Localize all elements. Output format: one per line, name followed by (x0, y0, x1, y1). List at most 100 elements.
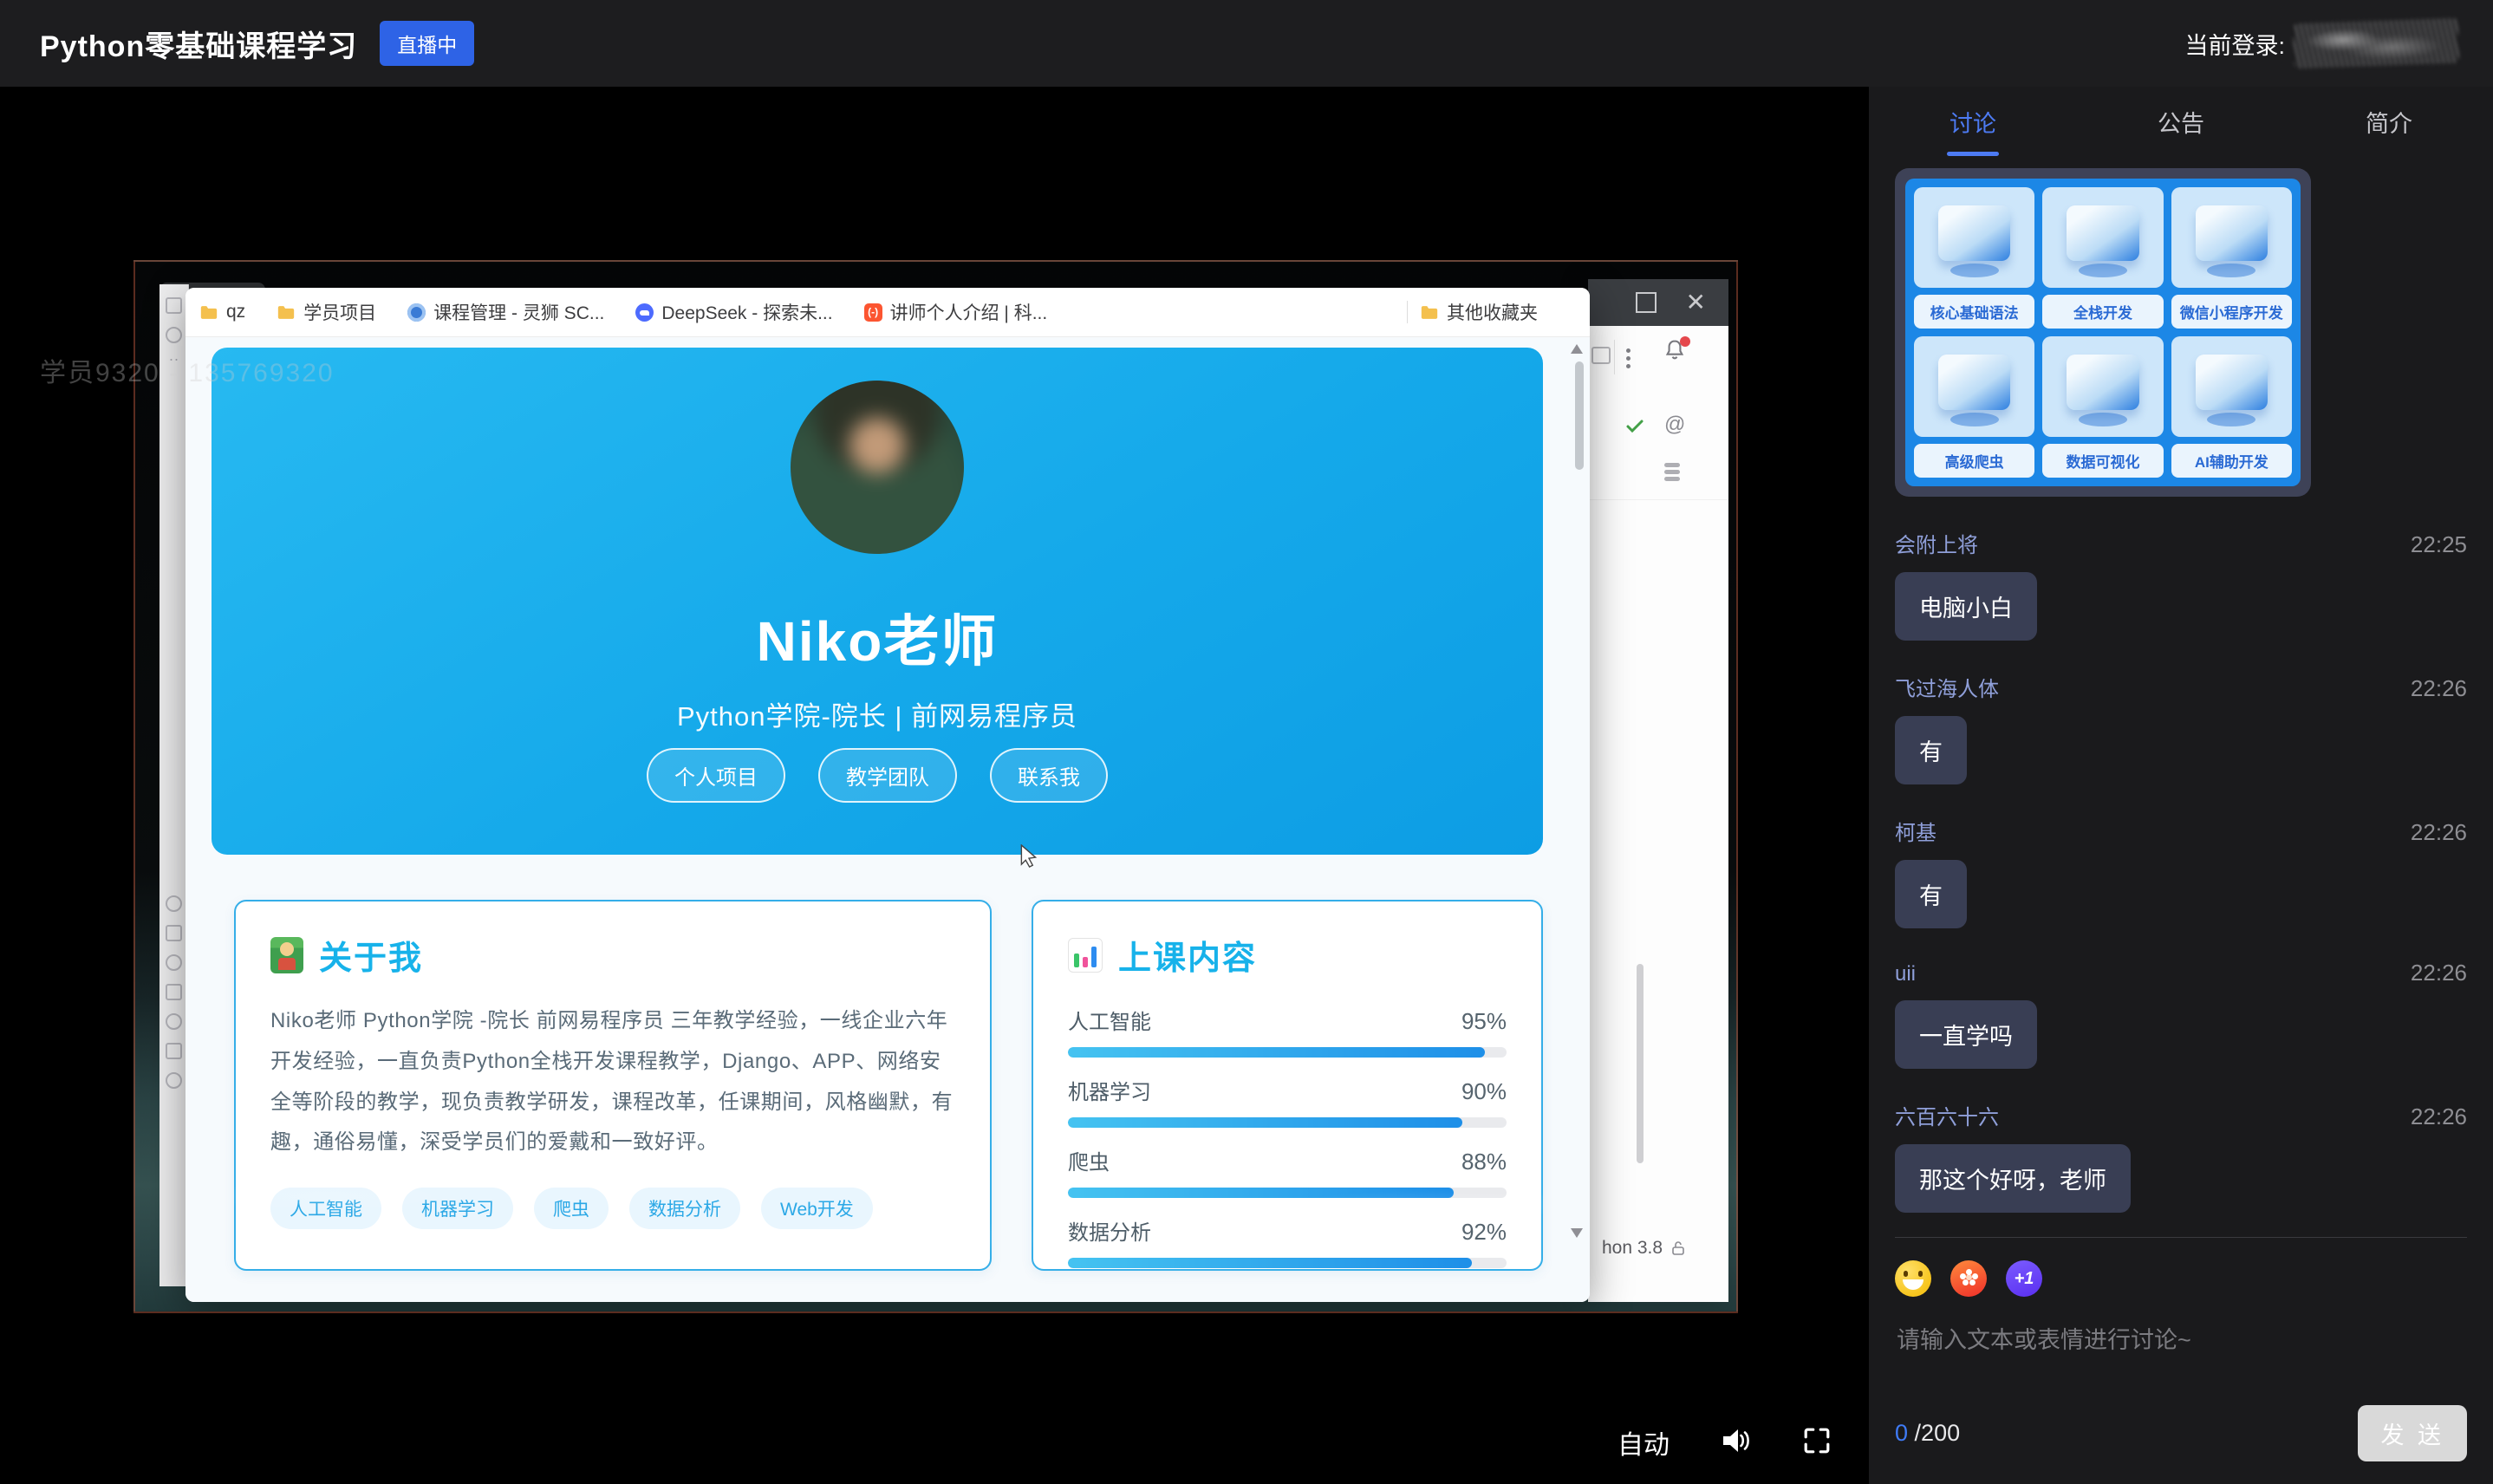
progress-value: 88% (1461, 1149, 1507, 1175)
scroll-down-arrow[interactable] (1571, 1228, 1583, 1238)
content-title: 上课内容 (1118, 931, 1257, 979)
course-track-cell: 高级爬虫 (1914, 336, 2034, 478)
course-track-illustration (2171, 187, 2292, 288)
login-label: 当前登录: (2184, 27, 2285, 61)
chat-message: 飞过海人体 22:26 有 (1895, 672, 2467, 784)
notification-dot (1680, 336, 1690, 347)
skill-tag: 人工智能 (270, 1188, 381, 1229)
bookmark-item[interactable]: (-) 讲师个人介绍 | 科... (864, 299, 1048, 325)
send-button[interactable]: 发 送 (2358, 1405, 2467, 1461)
mouse-cursor (1018, 844, 1040, 873)
other-bookmarks[interactable]: 其他收藏夹 (1420, 299, 1538, 325)
ide-left-toolbar: ·· (159, 284, 189, 1286)
video-player[interactable]: ·· ✕ (0, 87, 1869, 1484)
quality-selector[interactable]: 自动 (1618, 1423, 1670, 1461)
teacher-name: Niko老师 (212, 597, 1543, 677)
webpage: Niko老师 Python学院-院长 | 前网易程序员 个人项目 教学团队 联系… (186, 337, 1590, 1302)
progress-value: 90% (1461, 1078, 1507, 1105)
contact-me-button[interactable]: 联系我 (990, 748, 1108, 803)
course-track-cell: 核心基础语法 (1914, 187, 2034, 329)
progress-bar (1068, 1117, 1507, 1128)
course-track-illustration (2042, 336, 2163, 437)
chat-bubble: 有 (1895, 860, 1967, 928)
progress-value: 92% (1461, 1219, 1507, 1246)
plus-one-icon[interactable]: +1 (2006, 1260, 2042, 1297)
chat-message: 六百六十六 22:26 那这个好呀，老师 (1895, 1100, 2467, 1213)
progress-label: 人工智能 (1068, 1005, 1151, 1035)
tab-discussion[interactable]: 讨论 (1869, 87, 2077, 156)
course-track-cell: 全栈开发 (2042, 187, 2163, 329)
folder-icon (1420, 304, 1439, 321)
scrollbar-thumb[interactable] (1575, 361, 1584, 470)
course-track-illustration (2042, 187, 2163, 288)
char-counter: 0 /200 (1895, 1420, 1960, 1447)
sidebar-tabs: 讨论 公告 简介 (1869, 87, 2493, 156)
scroll-up-arrow[interactable] (1571, 344, 1583, 354)
folder-icon (199, 304, 218, 321)
ide-tool-icon (166, 984, 182, 1000)
shared-screen: ·· ✕ (133, 260, 1738, 1313)
progress-label: 数据分析 (1068, 1215, 1151, 1246)
ide-tool-icon (166, 895, 182, 912)
progress-label: 机器学习 (1068, 1075, 1151, 1105)
chat-bubble: 有 (1895, 716, 1967, 784)
tab-announcement[interactable]: 公告 (2077, 87, 2285, 156)
teacher-hero-banner: Niko老师 Python学院-院长 | 前网易程序员 个人项目 教学团队 联系… (212, 348, 1543, 855)
fullscreen-icon[interactable] (1803, 1427, 1831, 1459)
chat-sidebar: 讨论 公告 简介 核心基础语法 全栈开发 微信小程序开发 高级爬虫 数据可视化 … (1869, 87, 2493, 1484)
bookmark-item[interactable]: 课程管理 - 灵狮 SC... (407, 299, 604, 325)
course-manage-icon (407, 303, 426, 322)
at-mention-icon: @ (1664, 413, 1685, 437)
ide-tool-icon (166, 1072, 182, 1089)
chat-username: 飞过海人体 (1895, 672, 1999, 702)
personal-projects-button[interactable]: 个人项目 (647, 748, 785, 803)
progress-bar (1068, 1258, 1507, 1268)
chat-message: 会附上将 22:25 电脑小白 (1895, 528, 2467, 641)
chat-bubble: 那这个好呀，老师 (1895, 1144, 2131, 1213)
progress-bar (1068, 1047, 1507, 1058)
chat-username: 会附上将 (1895, 528, 1978, 558)
maximize-icon[interactable] (1636, 292, 1657, 313)
close-icon[interactable]: ✕ (1686, 290, 1706, 315)
course-track-cell: AI辅助开发 (2171, 336, 2292, 478)
teaching-team-button[interactable]: 教学团队 (818, 748, 957, 803)
tab-intro[interactable]: 简介 (2285, 87, 2493, 156)
chat-message: uii22:26 一直学吗 (1895, 960, 2467, 1069)
database-icon (1664, 463, 1680, 484)
course-tracks-image: 核心基础语法 全栈开发 微信小程序开发 高级爬虫 数据可视化 AI辅助开发 (1895, 168, 2311, 497)
chat-timestamp: 22:26 (2411, 675, 2467, 702)
live-status-badge: 直播中 (380, 21, 474, 66)
kebab-menu-icon[interactable] (1626, 345, 1631, 372)
scrollbar-thumb[interactable] (1637, 964, 1644, 1163)
python-interpreter-status: hon 3.8 (1602, 1238, 1663, 1259)
chat-username: 六百六十六 (1895, 1100, 1999, 1130)
bookmark-item[interactable]: DeepSeek - 探索未... (635, 299, 832, 325)
student-watermark: 学员9320 - 135769320 (40, 351, 335, 389)
progress-value: 95% (1461, 1008, 1507, 1035)
smiley-emoji-icon[interactable] (1895, 1260, 1931, 1297)
csdn-icon: (-) (864, 303, 882, 322)
bookmark-item[interactable]: qz (199, 302, 245, 322)
page-title: Python零基础课程学习 (40, 23, 357, 65)
course-track-cell: 数据可视化 (2042, 336, 2163, 478)
ide-tool-icon (166, 327, 182, 343)
background-ide-window: ✕ @ hon 3.8 (1588, 279, 1728, 1302)
flower-gift-icon[interactable] (1950, 1260, 1987, 1297)
deepseek-whale-icon (635, 303, 654, 322)
volume-icon[interactable] (1720, 1427, 1753, 1459)
chat-username: 柯基 (1895, 816, 1936, 846)
chat-username: uii (1895, 962, 1916, 986)
skill-tag: Web开发 (761, 1188, 873, 1229)
chat-timestamp: 22:26 (2411, 960, 2467, 986)
skill-tag: 机器学习 (402, 1188, 513, 1229)
bar-chart-icon (1068, 938, 1103, 973)
chat-timestamp: 22:26 (2411, 819, 2467, 846)
ide-tool-icon (166, 297, 182, 314)
chat-text-input[interactable] (1895, 1319, 2470, 1409)
notification-bell-icon[interactable] (1663, 338, 1687, 367)
about-title: 关于我 (319, 931, 423, 979)
chat-bubble: 电脑小白 (1895, 572, 2037, 641)
chat-timestamp: 22:25 (2411, 531, 2467, 558)
chat-timestamp: 22:26 (2411, 1103, 2467, 1130)
bookmark-item[interactable]: 学员项目 (277, 299, 376, 325)
